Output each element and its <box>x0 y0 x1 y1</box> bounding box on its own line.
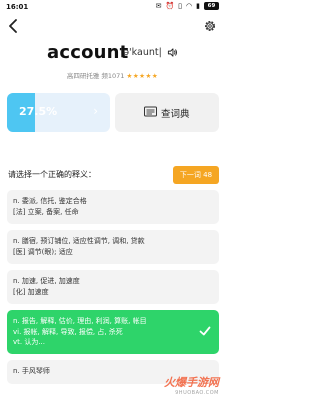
option-line: [法] 立案, 备案, 任命 <box>13 207 79 216</box>
option-line: n. 委派, 信托, 鉴定合格 <box>13 197 87 205</box>
dictionary-icon <box>144 106 157 117</box>
next-word-button[interactable]: 下一词 48 <box>173 166 219 184</box>
alarm-icon: ⏰ <box>165 2 175 10</box>
watermark-text: 火爆手游网 <box>164 376 219 389</box>
word-frequency: 高四研托雅 频1071 <box>66 72 125 80</box>
word-meta: 高四研托雅 频1071 ★★★★★ <box>0 70 225 80</box>
answer-option-2[interactable]: n. 膳宿, 预订铺位, 适应性调节, 调和, 贷款 [医] 调节(眼); 适应 <box>7 230 219 264</box>
progress-card[interactable]: 27.5% › <box>7 93 110 132</box>
word-heading: account |ə'kaunt| <box>0 40 225 68</box>
vibrate-icon: ▯ <box>178 2 183 10</box>
answer-option-3[interactable]: n. 加速, 促进, 加速度 [化] 加速度 <box>7 270 219 304</box>
word-title: account <box>47 42 129 63</box>
status-time: 16:01 <box>6 3 29 11</box>
rating-stars: ★★★★★ <box>126 72 159 80</box>
option-line: vt. 认为... <box>13 338 46 346</box>
status-icons: ✉ ⏰ ▯ ◠ ▮ 69 <box>156 2 219 10</box>
watermark-domain: 9HUOBAO.COM <box>175 390 219 396</box>
gear-icon[interactable] <box>203 19 217 33</box>
option-line: [化] 加速度 <box>13 287 49 296</box>
lookup-dictionary-button[interactable]: 查词典 <box>115 93 219 132</box>
speaker-icon[interactable] <box>167 47 178 58</box>
back-button[interactable] <box>8 19 22 35</box>
quiz-prompt: 请选择一个正确的释义： <box>8 170 96 179</box>
option-line: n. 加速, 促进, 加速度 <box>13 277 80 285</box>
signal-icon: ▮ <box>196 2 200 10</box>
progress-label: 27.5% <box>19 105 58 118</box>
answer-option-4-correct[interactable]: n. 报告, 解释, 估价, 理由, 利润, 算账, 帐目 vi. 报帐, 解释… <box>7 310 219 354</box>
watermark-logo: 火爆手游网 9HUOBAO.COM <box>164 374 219 396</box>
dictionary-label: 查词典 <box>161 109 190 120</box>
option-line: n. 膳宿, 预订铺位, 适应性调节, 调和, 贷款 <box>13 237 145 245</box>
chevron-right-icon: › <box>93 104 98 118</box>
option-line: [医] 调节(眼); 适应 <box>13 247 73 256</box>
battery-icon: 69 <box>204 2 219 10</box>
status-bar: 16:01 ✉ ⏰ ▯ ◠ ▮ 69 <box>0 0 225 14</box>
option-line: n. 报告, 解释, 估价, 理由, 利润, 算账, 帐目 <box>13 317 147 325</box>
chevron-left-icon <box>9 19 17 33</box>
top-bar <box>0 14 225 40</box>
notification-icon: ✉ <box>155 2 162 10</box>
option-line: vi. 报帐, 解释, 导致, 报偿, 占, 杀死 <box>13 327 123 336</box>
phonetic: |ə'kaunt| <box>120 47 162 58</box>
answer-option-1[interactable]: n. 委派, 信托, 鉴定合格 [法] 立案, 备案, 任命 <box>7 190 219 224</box>
wifi-icon: ◠ <box>186 2 193 10</box>
checkmark-icon <box>199 326 211 336</box>
